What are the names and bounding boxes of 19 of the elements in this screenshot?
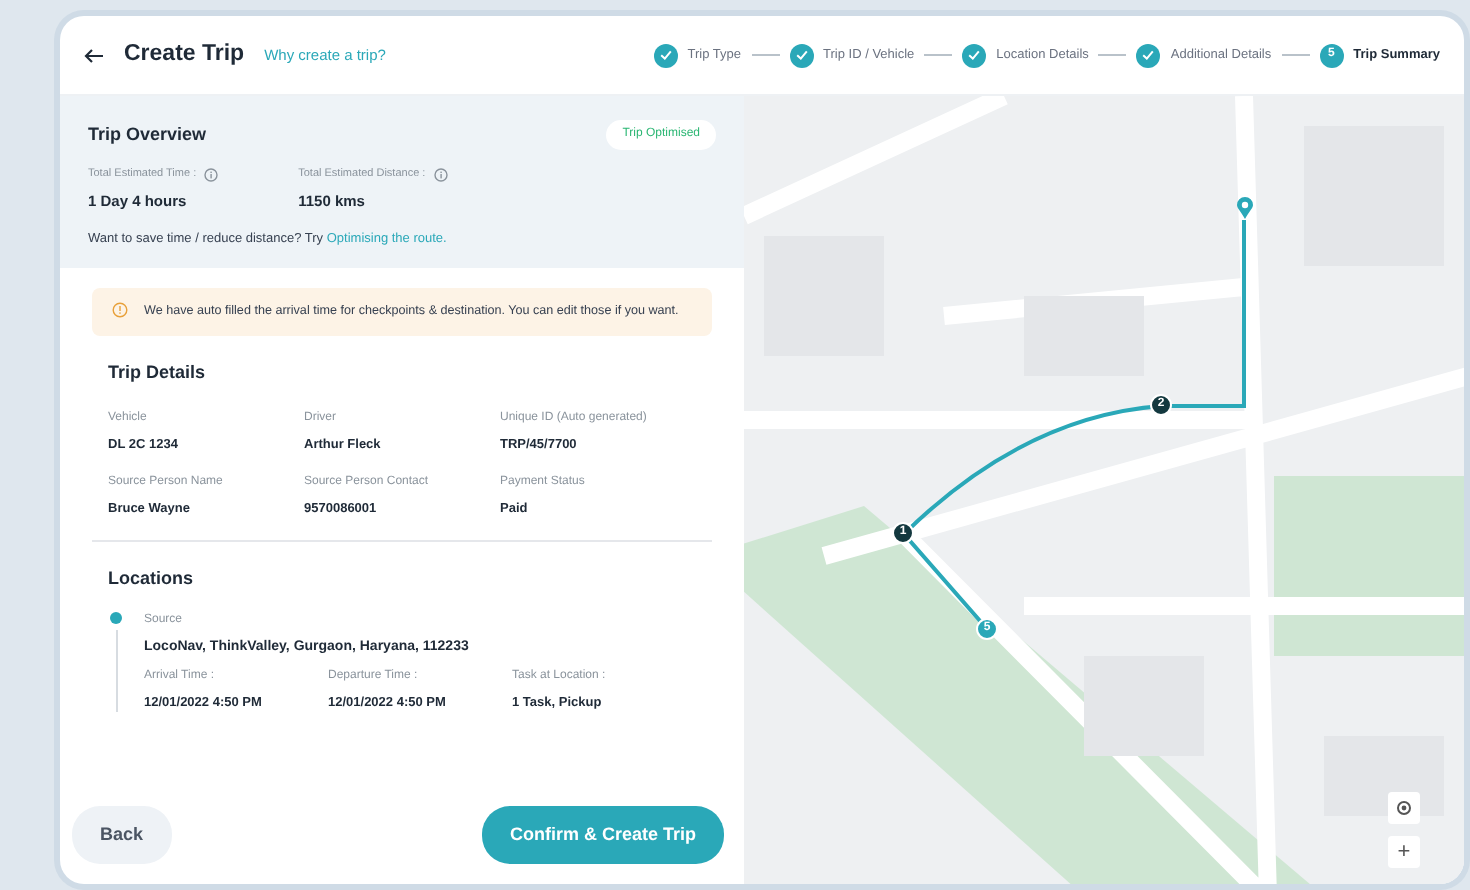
pin-icon [1236,196,1254,220]
location-dot [110,612,122,625]
check-icon [1142,50,1155,60]
check-icon [659,50,672,60]
crosshair-icon [1394,798,1414,818]
back-button[interactable]: Back [72,805,172,864]
section-title: Trip Overview [88,121,207,148]
zoom-in-button[interactable]: + [1388,836,1420,868]
info-icon [433,167,448,182]
confirm-button[interactable]: Confirm & Create Trip [481,805,724,864]
check-icon [795,50,808,60]
check-icon [968,50,981,60]
page-title: Create Trip [124,39,245,70]
warning-icon [112,302,128,319]
back-arrow-icon[interactable] [84,47,104,63]
info-icon [204,167,219,182]
section-title: Locations [108,565,196,592]
locate-button[interactable] [1388,792,1420,824]
section-title: Trip Details [108,359,208,386]
